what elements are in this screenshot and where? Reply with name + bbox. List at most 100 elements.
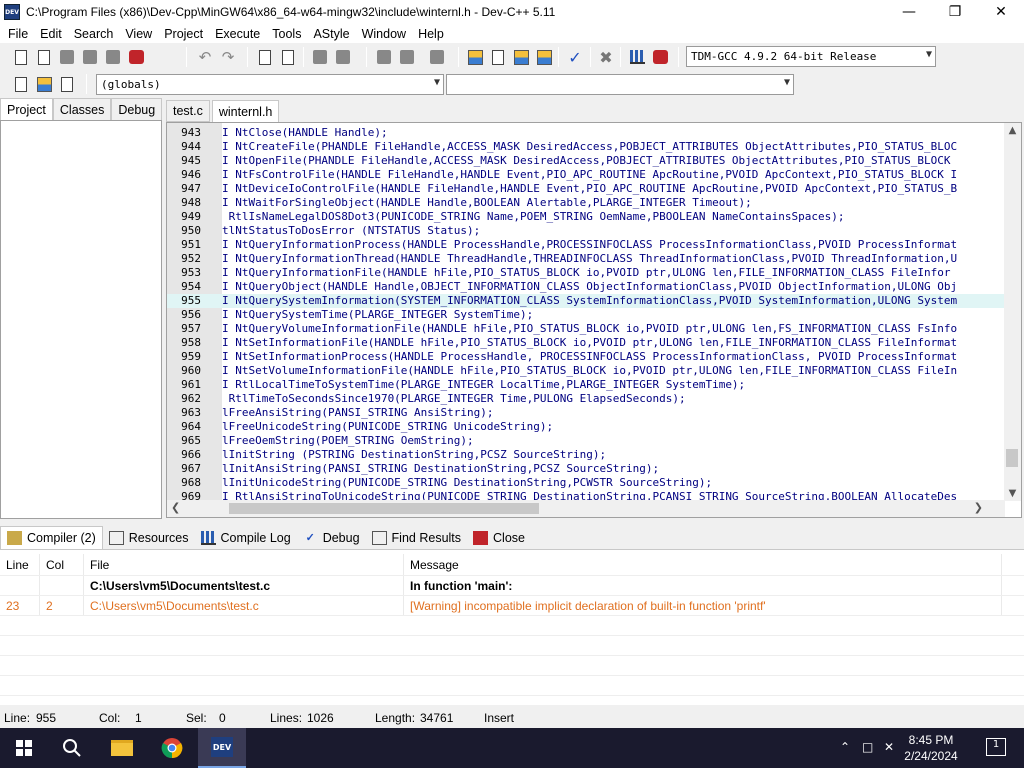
menu-astyle[interactable]: AStyle xyxy=(307,27,355,41)
code-line[interactable]: 955 I NtQuerySystemInformation(SYSTEM_INF… xyxy=(167,294,1007,308)
undo-button[interactable]: ↶ xyxy=(196,48,214,66)
code-line[interactable]: 964 lFreeUnicodeString(PUNICODE_STRING Un… xyxy=(167,420,1007,434)
tab-close[interactable]: Close xyxy=(467,526,531,549)
tab-debug-bottom[interactable]: ✓ Debug xyxy=(297,526,366,549)
prev-bookmark-button[interactable] xyxy=(375,48,393,66)
code-line[interactable]: 948 I NtWaitForSingleObject(HANDLE Handle… xyxy=(167,196,1007,210)
code-line[interactable]: 965 lFreeOemString(POEM_STRING OemString)… xyxy=(167,434,1007,448)
menu-execute[interactable]: Execute xyxy=(209,27,266,41)
menu-edit[interactable]: Edit xyxy=(34,27,68,41)
open-button[interactable] xyxy=(35,48,53,66)
scroll-down-icon[interactable]: ▼ xyxy=(1004,488,1021,499)
tab-winternl-h[interactable]: winternl.h xyxy=(211,100,280,122)
tab-resources[interactable]: Resources xyxy=(103,526,195,549)
menu-search[interactable]: Search xyxy=(68,27,120,41)
code-line[interactable]: 963 lFreeAnsiString(PANSI_STRING AnsiStri… xyxy=(167,406,1007,420)
code-line[interactable]: 944 I NtCreateFile(PHANDLE FileHandle,ACC… xyxy=(167,140,1007,154)
code-area[interactable]: 943 I NtClose(HANDLE Handle); 944 I NtCreat… xyxy=(167,126,1007,504)
toggle-panel-button[interactable] xyxy=(58,75,76,93)
vertical-scroll-thumb[interactable] xyxy=(1006,449,1018,467)
run-button[interactable] xyxy=(489,48,507,66)
syntax-check-button[interactable]: ✓ xyxy=(566,48,584,67)
tab-compiler[interactable]: Compiler (2) xyxy=(0,526,103,549)
code-line[interactable]: 961 I RtlLocalTimeToSystemTime(PLARGE_INT… xyxy=(167,378,1007,392)
chrome-button[interactable] xyxy=(148,728,196,768)
column-header-line[interactable]: Line xyxy=(0,554,40,575)
maximize-button[interactable]: ❐ xyxy=(932,0,978,24)
goto-button[interactable] xyxy=(35,75,53,93)
code-line[interactable]: 950 tlNtStatusToDosError (NTSTATUS Status… xyxy=(167,224,1007,238)
code-line[interactable]: 949 RtlIsNameLegalDOS8Dot3(PUNICODE_STRI… xyxy=(167,210,1007,224)
dev-cpp-taskbar-button[interactable]: DEV xyxy=(198,728,246,768)
scope-select[interactable]: (globals) ▼ xyxy=(96,74,444,95)
scroll-up-icon[interactable]: ▲ xyxy=(1004,125,1021,136)
tab-test-c[interactable]: test.c xyxy=(166,100,210,122)
code-line[interactable]: 966 lInitString (PSTRING DestinationStrin… xyxy=(167,448,1007,462)
code-line[interactable]: 953 I NtQueryInformationFile(HANDLE hFile… xyxy=(167,266,1007,280)
horizontal-scrollbar[interactable]: ❮ ❯ xyxy=(167,500,1005,517)
find-button[interactable] xyxy=(256,48,274,66)
tab-classes[interactable]: Classes xyxy=(52,98,112,120)
chevron-up-icon[interactable]: ⌃ xyxy=(840,740,850,754)
code-line[interactable]: 946 I NtFsControlFile(HANDLE FileHandle,H… xyxy=(167,168,1007,182)
menu-tools[interactable]: Tools xyxy=(266,27,307,41)
menu-window[interactable]: Window xyxy=(356,27,412,41)
code-line[interactable]: 960 I NtSetVolumeInformationFile(HANDLE h… xyxy=(167,364,1007,378)
stop-button[interactable]: ✖ xyxy=(597,48,615,67)
save-button[interactable] xyxy=(58,48,76,66)
column-header-col[interactable]: Col xyxy=(40,554,84,575)
code-line[interactable]: 952 I NtQueryInformationThread(HANDLE Thr… xyxy=(167,252,1007,266)
compile-run-button[interactable] xyxy=(512,48,530,66)
table-row[interactable]: 23 2 C:\Users\vm5\Documents\test.c [Warn… xyxy=(0,596,1024,616)
menu-view[interactable]: View xyxy=(119,27,158,41)
column-header-file[interactable]: File xyxy=(84,554,404,575)
toggle-bookmark-button[interactable] xyxy=(428,48,446,66)
save-all-button[interactable] xyxy=(81,48,99,66)
code-line[interactable]: 945 I NtOpenFile(PHANDLE FileHandle,ACCES… xyxy=(167,154,1007,168)
rebuild-button[interactable] xyxy=(535,48,553,66)
code-line[interactable]: 968 lInitUnicodeString(PUNICODE_STRING De… xyxy=(167,476,1007,490)
symbol-select[interactable]: ▼ xyxy=(446,74,794,95)
tab-debug[interactable]: Debug xyxy=(111,98,163,120)
code-line[interactable]: 954 I NtQueryObject(HANDLE Handle,OBJECT_… xyxy=(167,280,1007,294)
notification-center-button[interactable]: 1 xyxy=(986,738,1006,756)
column-header-message[interactable]: Message xyxy=(404,554,1002,575)
close-file-button[interactable] xyxy=(104,48,122,66)
new-file-button[interactable] xyxy=(12,48,30,66)
code-line[interactable]: 956 I NtQuerySystemTime(PLARGE_INTEGER Sy… xyxy=(167,308,1007,322)
code-line[interactable]: 957 I NtQueryVolumeInformationFile(HANDLE… xyxy=(167,322,1007,336)
code-line[interactable]: 959 I NtSetInformationProcess(HANDLE Proc… xyxy=(167,350,1007,364)
system-clock[interactable]: 8:45 PM 2/24/2024 xyxy=(896,732,966,764)
replace-button[interactable] xyxy=(279,48,297,66)
print-button[interactable] xyxy=(127,48,145,66)
close-window-button[interactable]: ✕ xyxy=(978,0,1024,24)
vertical-scrollbar[interactable]: ▲ ▼ xyxy=(1004,123,1021,501)
horizontal-scroll-thumb[interactable] xyxy=(229,503,539,514)
start-button[interactable] xyxy=(0,728,48,768)
tab-project[interactable]: Project xyxy=(0,98,53,120)
code-editor[interactable]: 943 I NtClose(HANDLE Handle); 944 I NtCreat… xyxy=(166,122,1022,518)
menu-help[interactable]: Help xyxy=(412,27,450,41)
file-explorer-button[interactable] xyxy=(98,728,146,768)
search-button[interactable] xyxy=(48,728,96,768)
tab-find-results[interactable]: Find Results xyxy=(366,526,467,549)
code-line[interactable]: 962 RtlTimeToSecondsSince1970(PLARGE_INT… xyxy=(167,392,1007,406)
indent-button[interactable] xyxy=(334,48,352,66)
compile-button[interactable] xyxy=(466,48,484,66)
network-icon[interactable]: □ xyxy=(862,740,873,754)
compiler-select[interactable]: TDM-GCC 4.9.2 64-bit Release ▼ xyxy=(686,46,936,67)
code-line[interactable]: 951 I NtQueryInformationProcess(HANDLE Pr… xyxy=(167,238,1007,252)
tab-compile-log[interactable]: Compile Log xyxy=(195,526,297,549)
insert-button[interactable] xyxy=(12,75,30,93)
goto-line-button[interactable] xyxy=(311,48,329,66)
volume-muted-icon[interactable]: ✕ xyxy=(884,740,894,754)
profile-button[interactable] xyxy=(628,48,646,66)
code-line[interactable]: 943 I NtClose(HANDLE Handle); xyxy=(167,126,1007,140)
delete-profile-button[interactable] xyxy=(651,48,669,66)
scroll-right-icon[interactable]: ❯ xyxy=(974,501,983,514)
menu-file[interactable]: File xyxy=(2,27,34,41)
code-line[interactable]: 958 I NtSetInformationFile(HANDLE hFile,P… xyxy=(167,336,1007,350)
project-panel[interactable] xyxy=(0,120,162,519)
table-row[interactable]: C:\Users\vm5\Documents\test.c In functio… xyxy=(0,576,1024,596)
code-line[interactable]: 947 I NtDeviceIoControlFile(HANDLE FileHa… xyxy=(167,182,1007,196)
